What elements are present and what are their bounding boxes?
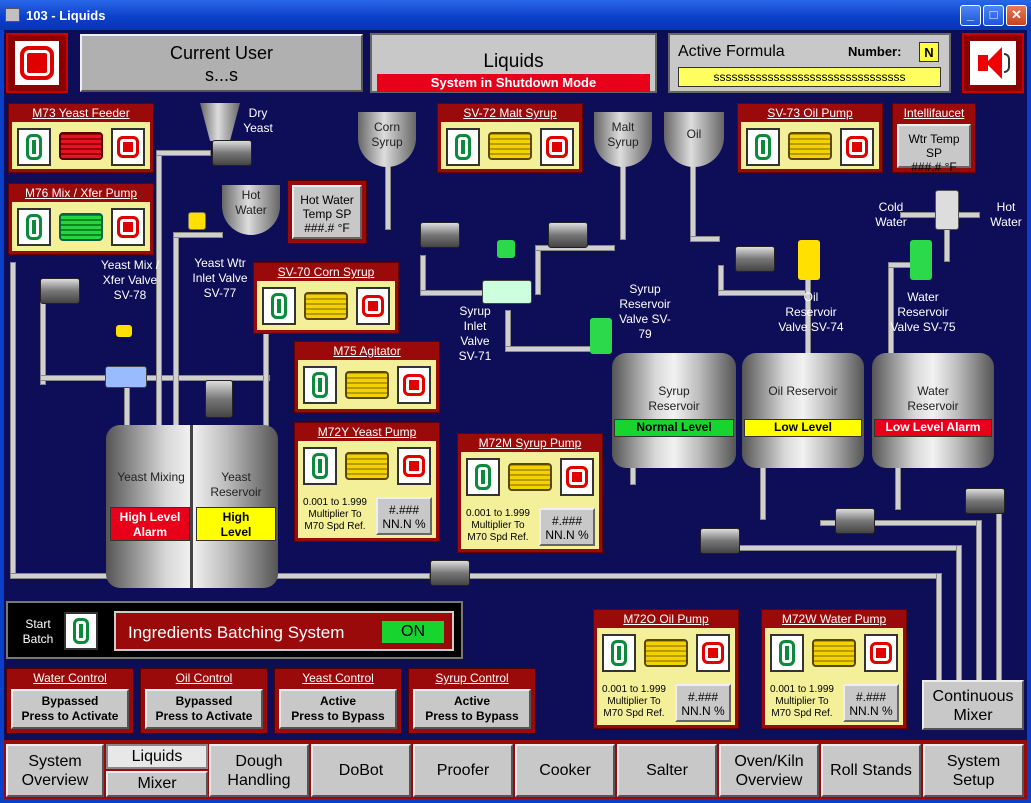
close-button[interactable]: ✕ xyxy=(1006,5,1027,26)
window-frame xyxy=(0,30,1031,803)
window-title: 103 - Liquids xyxy=(26,8,106,23)
minimize-button[interactable]: _ xyxy=(960,5,981,26)
app-icon xyxy=(5,8,20,22)
maximize-button[interactable]: □ xyxy=(983,5,1004,26)
window-titlebar: 103 - Liquids _ □ ✕ xyxy=(0,0,1031,30)
